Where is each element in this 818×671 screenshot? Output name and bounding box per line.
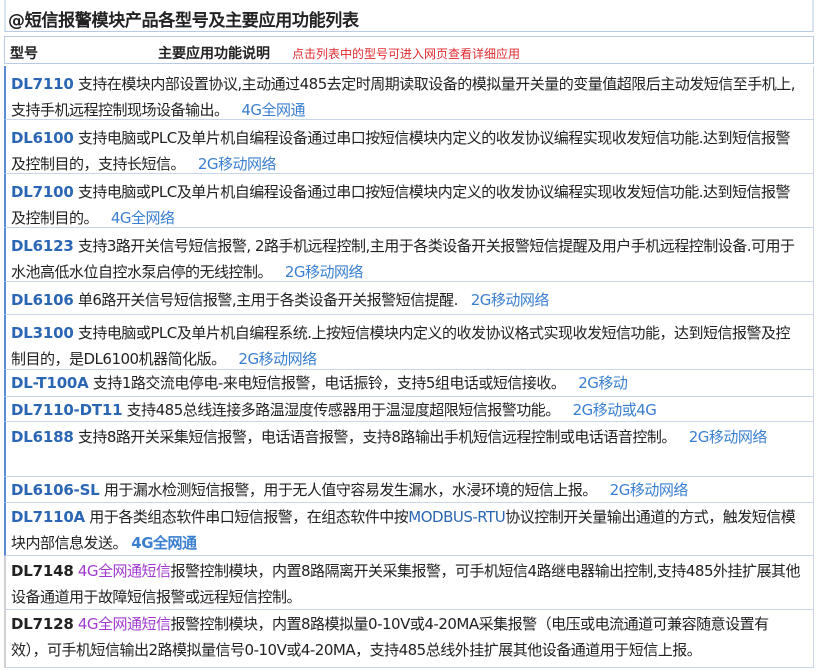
row-description: 用于各类组态软件串口短信报警，在组态软件中按 <box>89 508 409 526</box>
network-label: 4G全网络 <box>110 209 175 227</box>
model-link[interactable]: DL7100 <box>11 183 74 201</box>
network-label: 2G移动网络 <box>284 263 364 281</box>
network-label: 2G移动 <box>578 374 628 392</box>
model-link[interactable]: DL-T100A <box>11 374 89 392</box>
network-label: 2G移动网络 <box>197 155 277 173</box>
table-header: 型号 主要应用功能说明 点击列表中的型号可进入网页查看详细应用 <box>4 36 814 64</box>
model-link[interactable]: DL7148 <box>11 562 74 580</box>
network-label: 2G移动网络 <box>238 350 317 368</box>
model-link[interactable]: DL7110-DT11 <box>11 401 123 419</box>
network-label: 4G全网通 <box>131 534 197 552</box>
model-link[interactable]: DL6106-SL <box>11 481 100 499</box>
row-description: 支持1路交流电停电-来电短信报警，电话振铃，支持5组电话或短信接收。 <box>92 374 566 392</box>
model-link[interactable]: DL6123 <box>11 237 74 255</box>
header-function: 主要应用功能说明 <box>158 46 270 62</box>
table-row: DL3100 支持电脑或PLC及单片机自编程系统.上按短信模块内定义的收发协议格… <box>4 315 814 370</box>
table-row: DL7128 4G全网通短信报警控制模块，内置8路模拟量0-10V或4-20MA… <box>4 610 814 668</box>
table-row: DL-T100A 支持1路交流电停电-来电短信报警，电话振铃，支持5组电话或短信… <box>4 370 814 397</box>
protocol-label: MODBUS-RTU <box>408 508 506 526</box>
page-title: @短信报警模块产品各型号及主要应用功能列表 <box>8 11 359 31</box>
model-link[interactable]: DL3100 <box>11 324 74 342</box>
table-row: DL7110A 用于各类组态软件串口短信报警，在组态软件中按MODBUS-RTU… <box>4 503 814 556</box>
model-link[interactable]: DL7110 <box>11 75 74 93</box>
model-link[interactable]: DL6100 <box>11 129 74 147</box>
table-row: DL6188 支持8路开关采集短信报警，电话语音报警，支持8路输出手机短信远程控… <box>4 422 814 477</box>
table-row: DL6106 单6路开关信号短信报警,主用于各类设备开关报警短信提醒. 2G移动… <box>4 282 814 315</box>
product-list-page: @短信报警模块产品各型号及主要应用功能列表 型号 主要应用功能说明 点击列表中的… <box>0 0 818 671</box>
network-label: 4G全网通短信 <box>77 562 171 580</box>
table-row: DL7110-DT11 支持485总线连接多路温湿度传感器用于温湿度超限短信报警… <box>4 397 814 422</box>
model-link[interactable]: DL6106 <box>11 291 74 309</box>
network-label: 2G移动或4G <box>572 401 657 419</box>
row-description: 支持电脑或PLC及单片机自编程系统.上按短信模块内定义的收发协议格式实现收发短信… <box>11 324 791 368</box>
network-label: 2G移动网络 <box>609 481 689 499</box>
model-link[interactable]: DL7110A <box>11 508 85 526</box>
row-description: 支持在模块内部设置协议,主动通过485去定时周期读取设备的模拟量开关量的变量值超… <box>11 75 796 119</box>
table-row: DL7110 支持在模块内部设置协议,主动通过485去定时周期读取设备的模拟量开… <box>4 66 814 120</box>
network-label: 4G全网通 <box>241 101 305 119</box>
model-link[interactable]: DL7128 <box>11 615 74 633</box>
row-description: 支持485总线连接多路温湿度传感器用于温湿度超限短信报警功能。 <box>126 401 561 419</box>
row-description: 单6路开关信号短信报警,主用于各类设备开关报警短信提醒. <box>77 291 459 309</box>
network-label: 4G全网通短信 <box>77 615 171 633</box>
row-description: 用于漏水检测短信报警，用于无人值守容易发生漏水，水浸环境的短信上报。 <box>103 481 598 499</box>
table-row: DL6100 支持电脑或PLC及单片机自编程设备通过串口按短信模块内定义的收发协… <box>4 120 814 174</box>
network-label: 2G移动网络 <box>470 291 550 309</box>
row-description: 支持电脑或PLC及单片机自编程设备通过串口按短信模块内定义的收发协议编程实现收发… <box>11 129 791 173</box>
table-row: DL6106-SL 用于漏水检测短信报警，用于无人值守容易发生漏水，水浸环境的短… <box>4 477 814 503</box>
row-description: 支持8路开关采集短信报警，电话语音报警，支持8路输出手机短信远程控制或电话语音控… <box>77 428 677 446</box>
title-bar: @短信报警模块产品各型号及主要应用功能列表 <box>4 0 814 32</box>
header-model: 型号 <box>10 46 38 62</box>
model-link[interactable]: DL6188 <box>11 428 74 446</box>
table-row: DL7100 支持电脑或PLC及单片机自编程设备通过串口按短信模块内定义的收发协… <box>4 174 814 228</box>
table-row: DL6123 支持3路开关信号短信报警, 2路手机远程控制,主用于各类设备开关报… <box>4 228 814 282</box>
row-description: 支持3路开关信号短信报警, 2路手机远程控制,主用于各类设备开关报警短信提醒及用… <box>11 237 795 281</box>
network-label: 2G移动网络 <box>688 428 768 446</box>
header-note: 点击列表中的型号可进入网页查看详细应用 <box>292 47 521 61</box>
table-row: DL7148 4G全网通短信报警控制模块，内置8路隔离开关采集报警，可手机短信4… <box>4 556 814 610</box>
